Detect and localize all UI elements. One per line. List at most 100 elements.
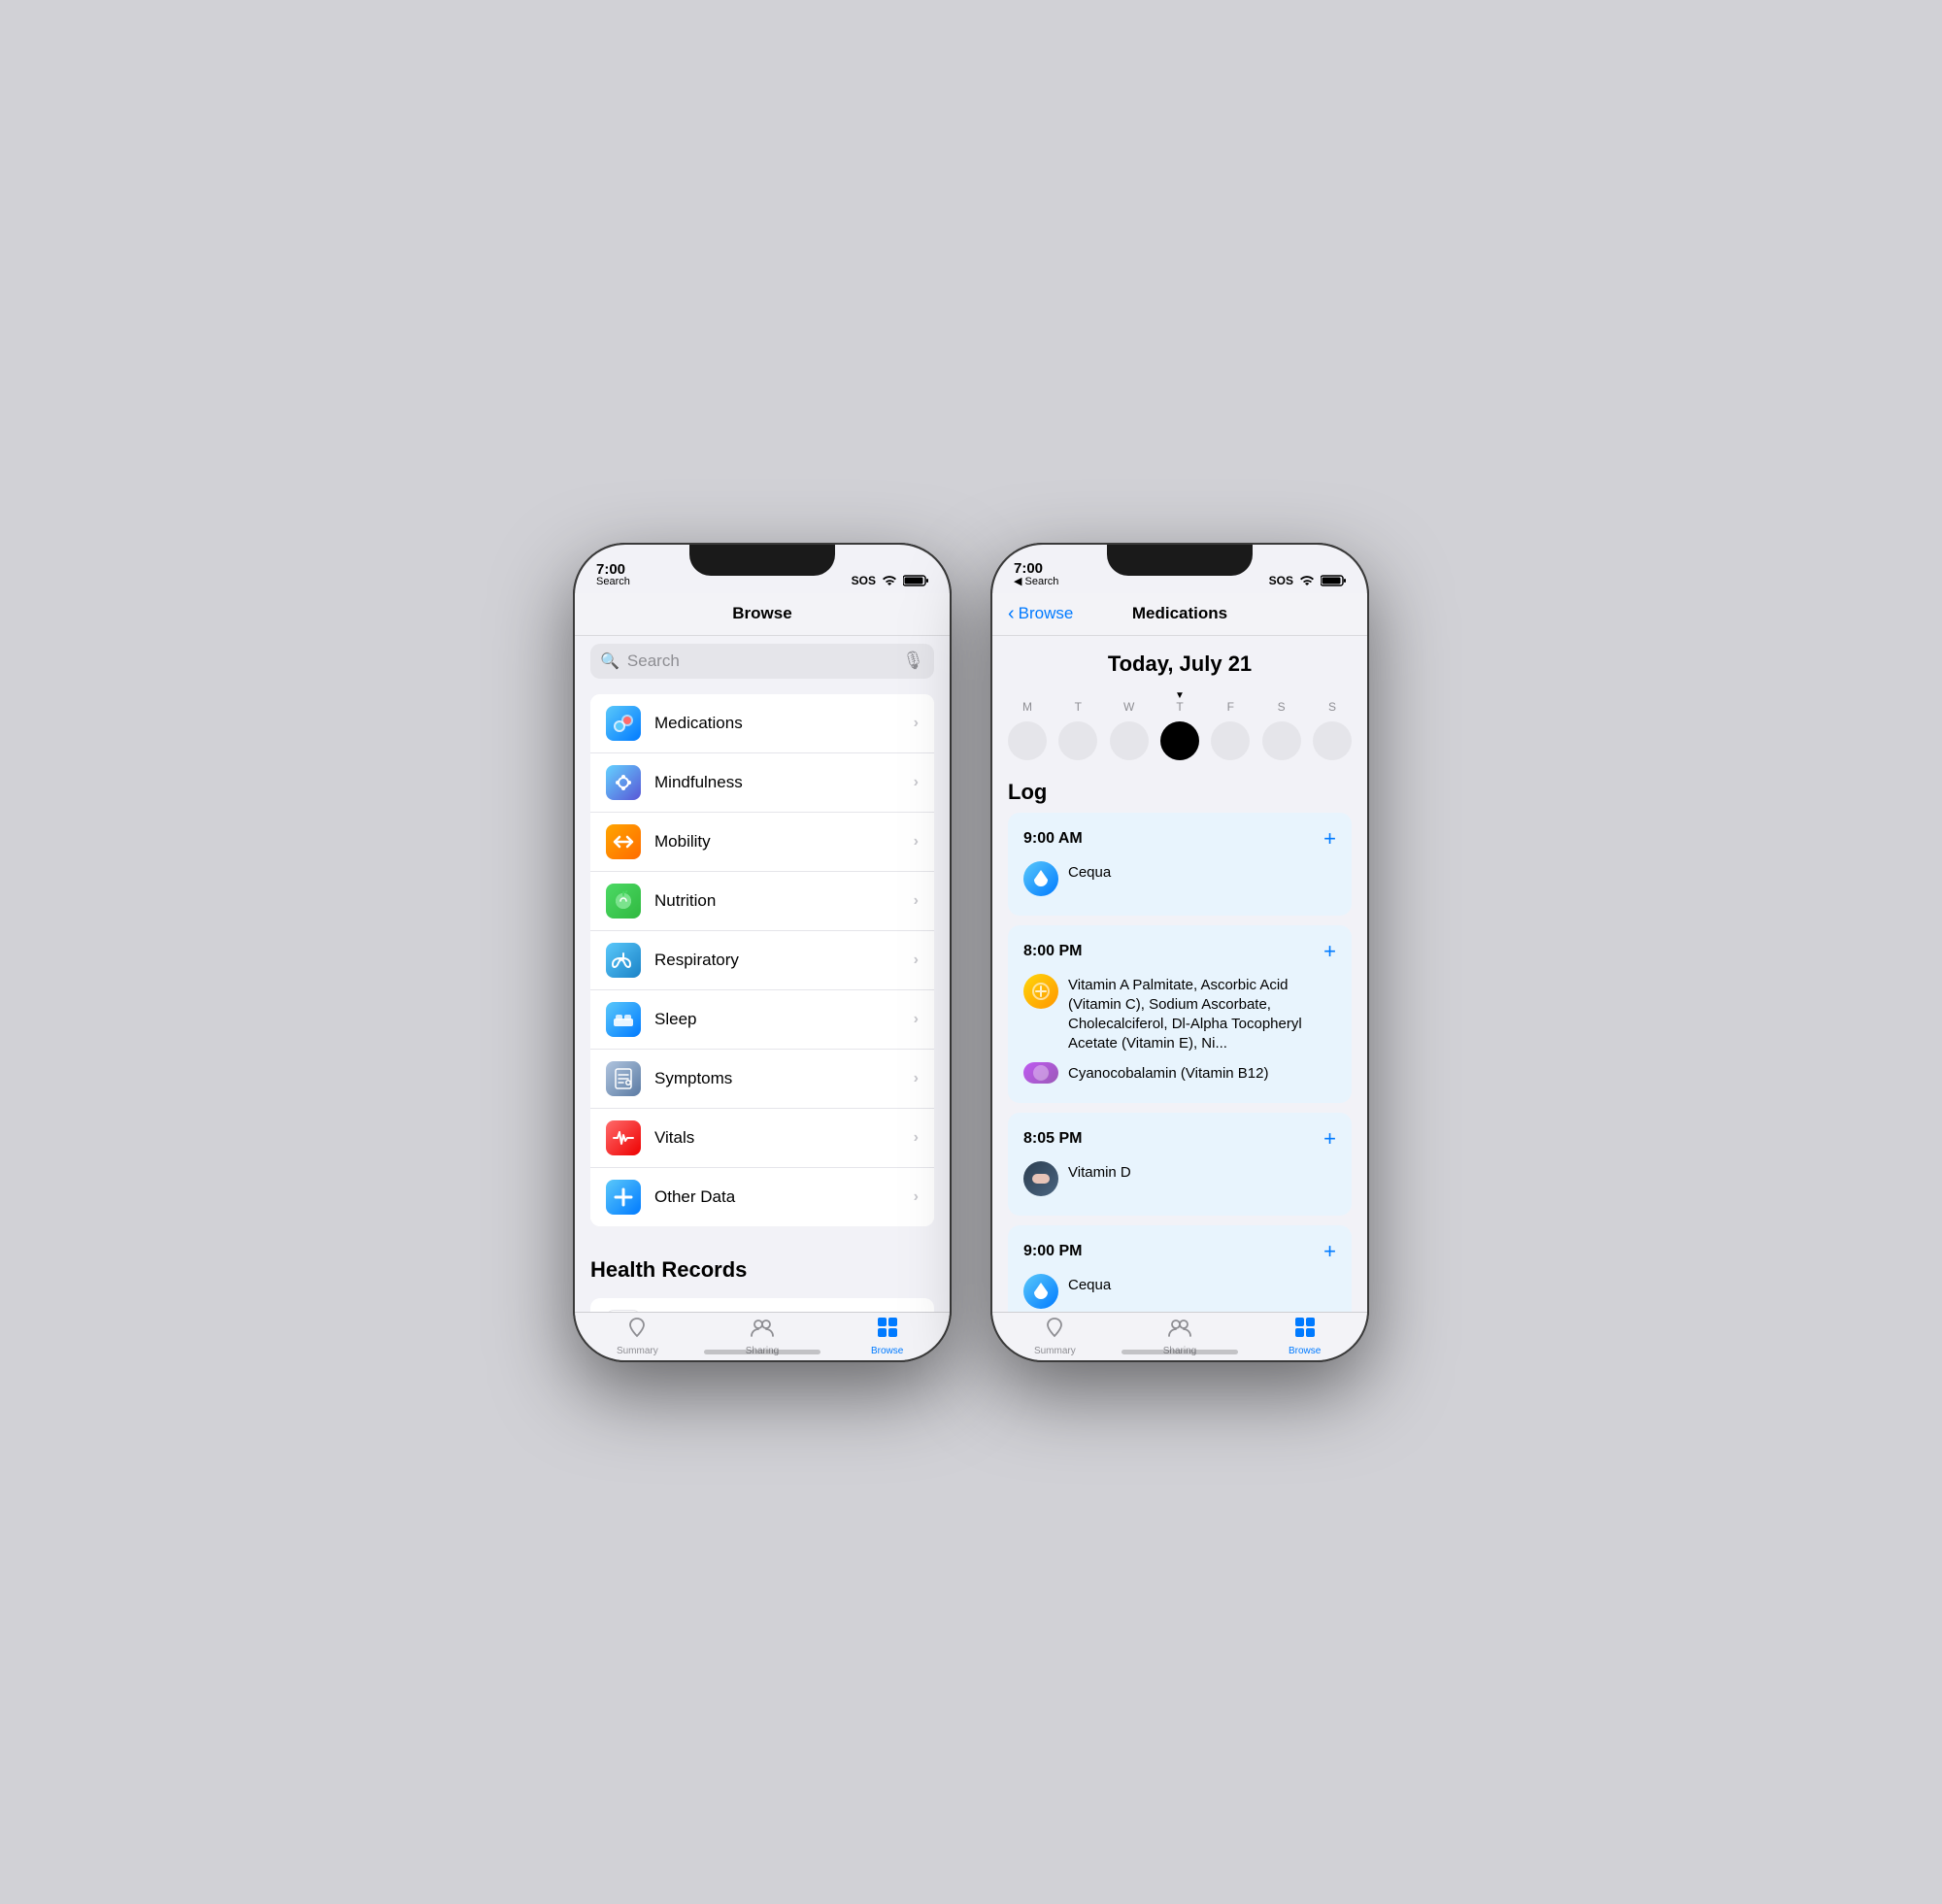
cal-circle-s1[interactable]	[1262, 721, 1301, 760]
mindfulness-icon	[606, 765, 641, 800]
sos-label: SOS	[852, 574, 876, 587]
list-item-symptoms[interactable]: Symptoms ›	[590, 1050, 934, 1109]
log-plus-9pm[interactable]: +	[1323, 1239, 1336, 1264]
list-item-nutrition[interactable]: Nutrition ›	[590, 872, 934, 931]
status-icons-left: SOS	[852, 574, 928, 587]
cequa-morning-icon	[1023, 861, 1058, 896]
mic-icon[interactable]: 🎙	[902, 651, 924, 671]
cal-circle-f[interactable]	[1211, 721, 1250, 760]
cequa-morning-name: Cequa	[1068, 861, 1111, 883]
cal-circle-today[interactable]	[1160, 721, 1199, 760]
back-chevron-icon: ‹	[1008, 604, 1015, 623]
symptoms-label: Symptoms	[654, 1069, 900, 1088]
cequa-evening-icon	[1023, 1274, 1058, 1309]
symptoms-svg	[614, 1068, 633, 1089]
otherdata-icon	[606, 1180, 641, 1215]
list-item-respiratory[interactable]: Respiratory ›	[590, 931, 934, 990]
nutrition-chevron: ›	[914, 892, 919, 910]
list-item-mobility[interactable]: Mobility ›	[590, 813, 934, 872]
log-title: Log	[1008, 768, 1352, 813]
log-plus-8pm[interactable]: +	[1323, 939, 1336, 964]
log-card-9pm: 9:00 PM + Cequa	[1008, 1225, 1352, 1312]
search-back-right: ◀ Search	[1014, 575, 1058, 587]
battery-icon-right	[1321, 575, 1346, 586]
cal-circle-w[interactable]	[1110, 721, 1149, 760]
sleep-chevron: ›	[914, 1011, 919, 1028]
list-item-mindfulness[interactable]: Mindfulness ›	[590, 753, 934, 813]
cal-day-today-container: ▼ T	[1160, 700, 1199, 714]
log-med-cequa-morning: Cequa	[1023, 861, 1336, 896]
cal-circle-t1[interactable]	[1058, 721, 1097, 760]
list-item-sleep[interactable]: Sleep ›	[590, 990, 934, 1050]
search-bar[interactable]: 🔍 Search 🎙	[590, 644, 934, 679]
log-card-8pm-header: 8:00 PM +	[1023, 939, 1336, 964]
nutrition-icon	[606, 884, 641, 919]
log-card-8pm: 8:00 PM + Vitamin A Palmitate, Ascorbic …	[1008, 925, 1352, 1103]
drop-icon-morning	[1031, 868, 1051, 889]
log-med-vitamins: Vitamin A Palmitate, Ascorbic Acid (Vita…	[1023, 974, 1336, 1054]
vitamins-name: Vitamin A Palmitate, Ascorbic Acid (Vita…	[1068, 974, 1336, 1054]
log-card-805pm-header: 8:05 PM +	[1023, 1126, 1336, 1152]
sleep-svg	[613, 1011, 634, 1028]
respiratory-icon	[606, 943, 641, 978]
browse-tab-label: Browse	[871, 1346, 903, 1356]
vitamin-circle-svg	[1031, 982, 1051, 1001]
cal-day-s2: S	[1313, 700, 1352, 714]
date-title: Today, July 21	[1008, 651, 1352, 677]
tab-browse-left[interactable]: Browse	[824, 1317, 950, 1356]
summary-tab-icon	[626, 1317, 648, 1344]
log-plus-805pm[interactable]: +	[1323, 1126, 1336, 1152]
nav-title-medications: Medications	[1132, 604, 1227, 623]
back-button[interactable]: ‹ Browse	[1008, 604, 1073, 623]
back-label: Browse	[1019, 604, 1074, 623]
summary-tab-label: Summary	[617, 1346, 658, 1356]
cal-circle-m[interactable]	[1008, 721, 1047, 760]
cal-day-s1: S	[1262, 700, 1301, 714]
tab-browse-right[interactable]: Browse	[1242, 1317, 1367, 1356]
respiratory-label: Respiratory	[654, 951, 900, 970]
calendar-days: M T W ▼ T F S S	[1008, 700, 1352, 714]
vitamind-icon	[1023, 1161, 1058, 1196]
date-header: Today, July 21	[992, 636, 1367, 692]
summary-tab-label-right: Summary	[1034, 1346, 1076, 1356]
cal-circle-s2[interactable]	[1313, 721, 1352, 760]
search-bar-container: 🔍 Search 🎙	[575, 636, 950, 686]
medications-chevron: ›	[914, 715, 919, 732]
list-item-all-records[interactable]: All Records ›	[590, 1298, 934, 1312]
mobility-svg	[613, 834, 634, 850]
medications-icon	[606, 706, 641, 741]
sleep-label: Sleep	[654, 1010, 900, 1029]
log-plus-9am[interactable]: +	[1323, 826, 1336, 852]
browse-tab-icon-right	[1294, 1317, 1316, 1344]
wifi-icon	[882, 575, 897, 586]
nutrition-svg	[613, 890, 634, 912]
medications-label: Medications	[654, 714, 900, 733]
mindfulness-svg	[613, 772, 634, 793]
list-item-otherdata[interactable]: Other Data ›	[590, 1168, 934, 1226]
health-records-list: All Records ›	[590, 1298, 934, 1312]
list-item-medications[interactable]: Medications ›	[590, 694, 934, 753]
calendar-strip: M T W ▼ T F S S	[992, 692, 1367, 768]
cal-day-f: F	[1211, 700, 1250, 714]
tab-summary-left[interactable]: Summary	[575, 1317, 700, 1356]
log-card-9am-header: 9:00 AM +	[1023, 826, 1336, 852]
log-time-8pm: 8:00 PM	[1023, 943, 1082, 960]
symptoms-chevron: ›	[914, 1070, 919, 1087]
list-item-vitals[interactable]: Vitals ›	[590, 1109, 934, 1168]
log-time-805pm: 8:05 PM	[1023, 1130, 1082, 1148]
browse-tab-label-right: Browse	[1289, 1346, 1321, 1356]
mobility-label: Mobility	[654, 832, 900, 852]
home-indicator-left	[704, 1350, 820, 1354]
otherdata-chevron: ›	[914, 1188, 919, 1206]
respiratory-chevron: ›	[914, 952, 919, 969]
vitals-chevron: ›	[914, 1129, 919, 1147]
nav-bar-browse: Browse	[575, 593, 950, 636]
wifi-icon-right	[1299, 575, 1315, 586]
tab-summary-right[interactable]: Summary	[992, 1317, 1118, 1356]
medications-svg	[613, 713, 634, 734]
left-phone: 7:00 Search SOS Browse	[573, 543, 952, 1362]
medications-content: Today, July 21 M T W ▼ T F S S	[992, 636, 1367, 1312]
cal-day-m: M	[1008, 700, 1047, 714]
b12-name: Cyanocobalamin (Vitamin B12)	[1068, 1062, 1269, 1084]
symptoms-icon	[606, 1061, 641, 1096]
